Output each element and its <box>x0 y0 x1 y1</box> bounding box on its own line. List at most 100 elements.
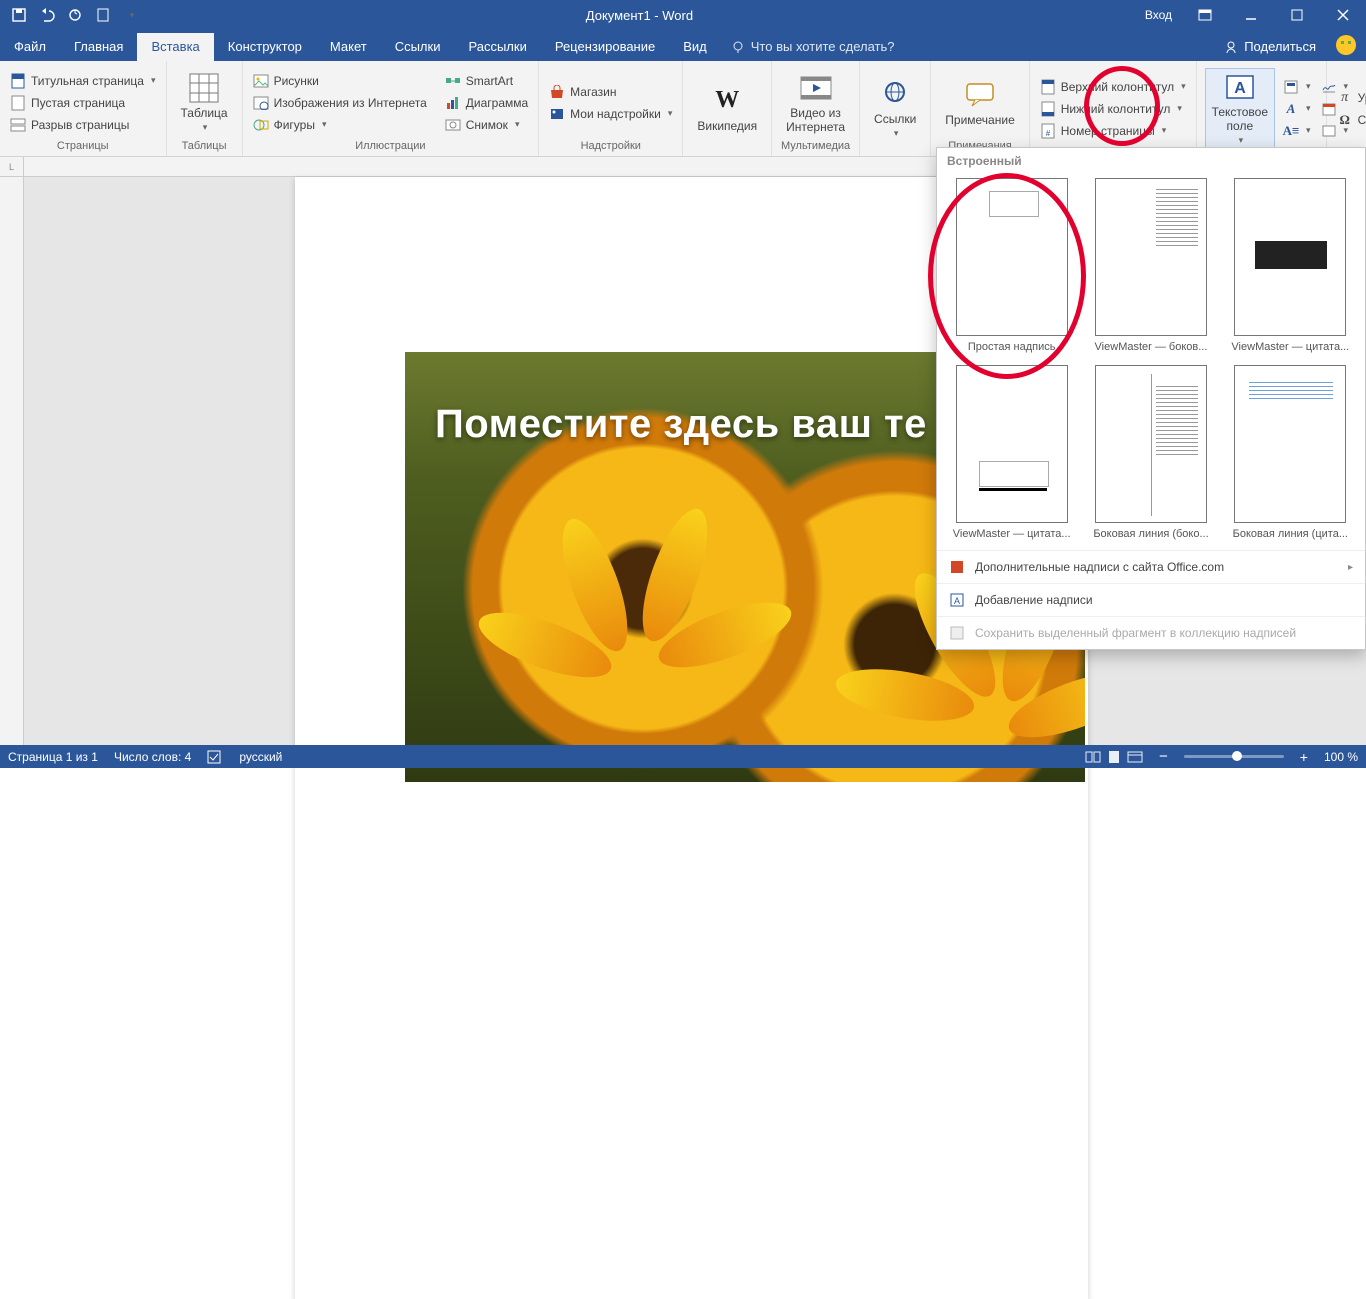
gallery-item-viewmaster-quote[interactable]: ViewMaster — цитата... <box>1230 178 1351 353</box>
vertical-ruler[interactable] <box>0 177 24 745</box>
equation-icon: π <box>1337 90 1353 106</box>
tab-home[interactable]: Главная <box>60 33 137 61</box>
group-illustrations: Рисунки Изображения из Интернета Фигуры … <box>243 61 540 156</box>
maximize-icon[interactable] <box>1274 0 1320 30</box>
header-button[interactable]: Верхний колонтитул <box>1038 78 1188 96</box>
save-icon[interactable] <box>6 2 32 28</box>
ribbon-display-icon[interactable] <box>1182 0 1228 30</box>
tell-me-search[interactable]: Что вы хотите сделать? <box>721 39 905 61</box>
tab-view[interactable]: Вид <box>669 33 721 61</box>
comment-button[interactable]: Примечание <box>939 77 1020 129</box>
group-header-footer: Верхний колонтитул Нижний колонтитул #Но… <box>1030 61 1197 156</box>
status-language[interactable]: русский <box>239 750 282 764</box>
status-bar: Страница 1 из 1 Число слов: 4 русский − … <box>0 745 1366 768</box>
more-textboxes-office[interactable]: Дополнительные надписи с сайта Office.co… <box>937 550 1365 583</box>
close-icon[interactable] <box>1320 0 1366 30</box>
tab-layout[interactable]: Макет <box>316 33 381 61</box>
symbol-icon: Ω <box>1337 112 1353 128</box>
status-words[interactable]: Число слов: 4 <box>114 750 191 764</box>
header-icon <box>1040 79 1056 95</box>
title-bar: Документ1 - Word Вход <box>0 0 1366 30</box>
quick-parts-button[interactable] <box>1281 78 1313 96</box>
zoom-in-icon[interactable]: + <box>1300 749 1308 765</box>
status-proof-icon[interactable] <box>207 750 223 764</box>
comment-icon <box>964 79 996 111</box>
tab-review[interactable]: Рецензирование <box>541 33 669 61</box>
tab-refs[interactable]: Ссылки <box>381 33 455 61</box>
draw-text-box[interactable]: A Добавление надписи <box>937 583 1365 616</box>
cover-page-icon <box>10 73 26 89</box>
group-tables: Таблица Таблицы <box>167 61 243 156</box>
group-text: A Текстовое поле A A≡ <box>1197 61 1327 156</box>
save-selection-to-gallery: Сохранить выделенный фрагмент в коллекци… <box>937 616 1365 649</box>
gallery-item-sideline[interactable]: Боковая линия (боко... <box>1090 365 1211 540</box>
page-break-button[interactable]: Разрыв страницы <box>8 116 158 134</box>
new-doc-icon[interactable] <box>90 2 116 28</box>
text-box-button[interactable]: A Текстовое поле <box>1205 68 1275 149</box>
chart-button[interactable]: Диаграмма <box>443 94 530 112</box>
gallery-item-viewmaster-quote2[interactable]: ViewMaster — цитата... <box>951 365 1072 540</box>
group-symbols: πУравнение ΩСимвол <box>1327 61 1366 156</box>
store-icon <box>549 84 565 100</box>
drop-cap-icon: A≡ <box>1283 123 1299 139</box>
my-addins-icon <box>549 106 565 122</box>
page-number-button[interactable]: #Номер страницы <box>1038 122 1188 140</box>
gallery-item-sideline-quote[interactable]: Боковая линия (цита... <box>1230 365 1351 540</box>
read-mode-icon[interactable] <box>1085 751 1101 763</box>
footer-icon <box>1040 101 1056 117</box>
status-page[interactable]: Страница 1 из 1 <box>8 750 98 764</box>
ribbon-tabs: Файл Главная Вставка Конструктор Макет С… <box>0 30 1366 61</box>
pictures-button[interactable]: Рисунки <box>251 72 429 90</box>
svg-text:A: A <box>1234 80 1246 97</box>
zoom-level[interactable]: 100 % <box>1324 750 1358 764</box>
drop-cap-button[interactable]: A≡ <box>1281 122 1313 140</box>
gallery-item-viewmaster-side[interactable]: ViewMaster — боков... <box>1090 178 1211 353</box>
minimize-icon[interactable] <box>1228 0 1274 30</box>
footer-button[interactable]: Нижний колонтитул <box>1038 100 1188 118</box>
my-addins-button[interactable]: Мои надстройки <box>547 105 674 123</box>
store-button[interactable]: Магазин <box>547 83 674 101</box>
shapes-button[interactable]: Фигуры <box>251 116 429 134</box>
tab-design[interactable]: Конструктор <box>214 33 316 61</box>
wikipedia-button[interactable]: W Википедия <box>691 83 763 135</box>
share-button[interactable]: Поделиться <box>1210 33 1330 61</box>
equation-button[interactable]: πУравнение <box>1335 89 1366 107</box>
table-button[interactable]: Таблица <box>175 70 234 135</box>
qat-customize[interactable] <box>118 2 144 28</box>
group-wikipedia: W Википедия <box>683 61 772 156</box>
wordart-button[interactable]: A <box>1281 100 1313 118</box>
window-controls <box>1182 0 1366 30</box>
svg-text:A: A <box>954 596 960 606</box>
web-layout-icon[interactable] <box>1127 751 1143 763</box>
cover-page-button[interactable]: Титульная страница <box>8 72 158 90</box>
tab-insert[interactable]: Вставка <box>137 33 213 61</box>
zoom-slider[interactable] <box>1184 755 1284 758</box>
smartart-button[interactable]: SmartArt <box>443 72 530 90</box>
tab-mail[interactable]: Рассылки <box>454 33 540 61</box>
blank-page-button[interactable]: Пустая страница <box>8 94 158 112</box>
smartart-icon <box>445 73 461 89</box>
tab-file[interactable]: Файл <box>0 33 60 61</box>
links-button[interactable]: Ссылки <box>868 76 922 141</box>
page-number-icon: # <box>1040 123 1056 139</box>
symbol-button[interactable]: ΩСимвол <box>1335 111 1366 129</box>
screenshot-button[interactable]: Снимок <box>443 116 530 134</box>
view-buttons <box>1085 750 1143 764</box>
gallery-item-simple[interactable]: Простая надпись <box>951 178 1072 353</box>
sign-in-link[interactable]: Вход <box>1135 8 1182 22</box>
zoom-out-icon[interactable]: − <box>1159 748 1168 765</box>
print-layout-icon[interactable] <box>1107 750 1121 764</box>
feedback-smiley-icon[interactable] <box>1336 35 1356 55</box>
quick-parts-icon <box>1283 79 1299 95</box>
online-pictures-button[interactable]: Изображения из Интернета <box>251 94 429 112</box>
video-icon <box>800 72 832 104</box>
group-links: Ссылки <box>860 61 931 156</box>
quick-access-toolbar <box>0 2 144 28</box>
online-video-button[interactable]: Видео из Интернета <box>780 70 851 136</box>
chart-icon <box>445 95 461 111</box>
shapes-icon <box>253 117 269 133</box>
undo-icon[interactable] <box>34 2 60 28</box>
redo-icon[interactable] <box>62 2 88 28</box>
gallery-section-header: Встроенный <box>937 148 1365 172</box>
blank-page-icon <box>10 95 26 111</box>
